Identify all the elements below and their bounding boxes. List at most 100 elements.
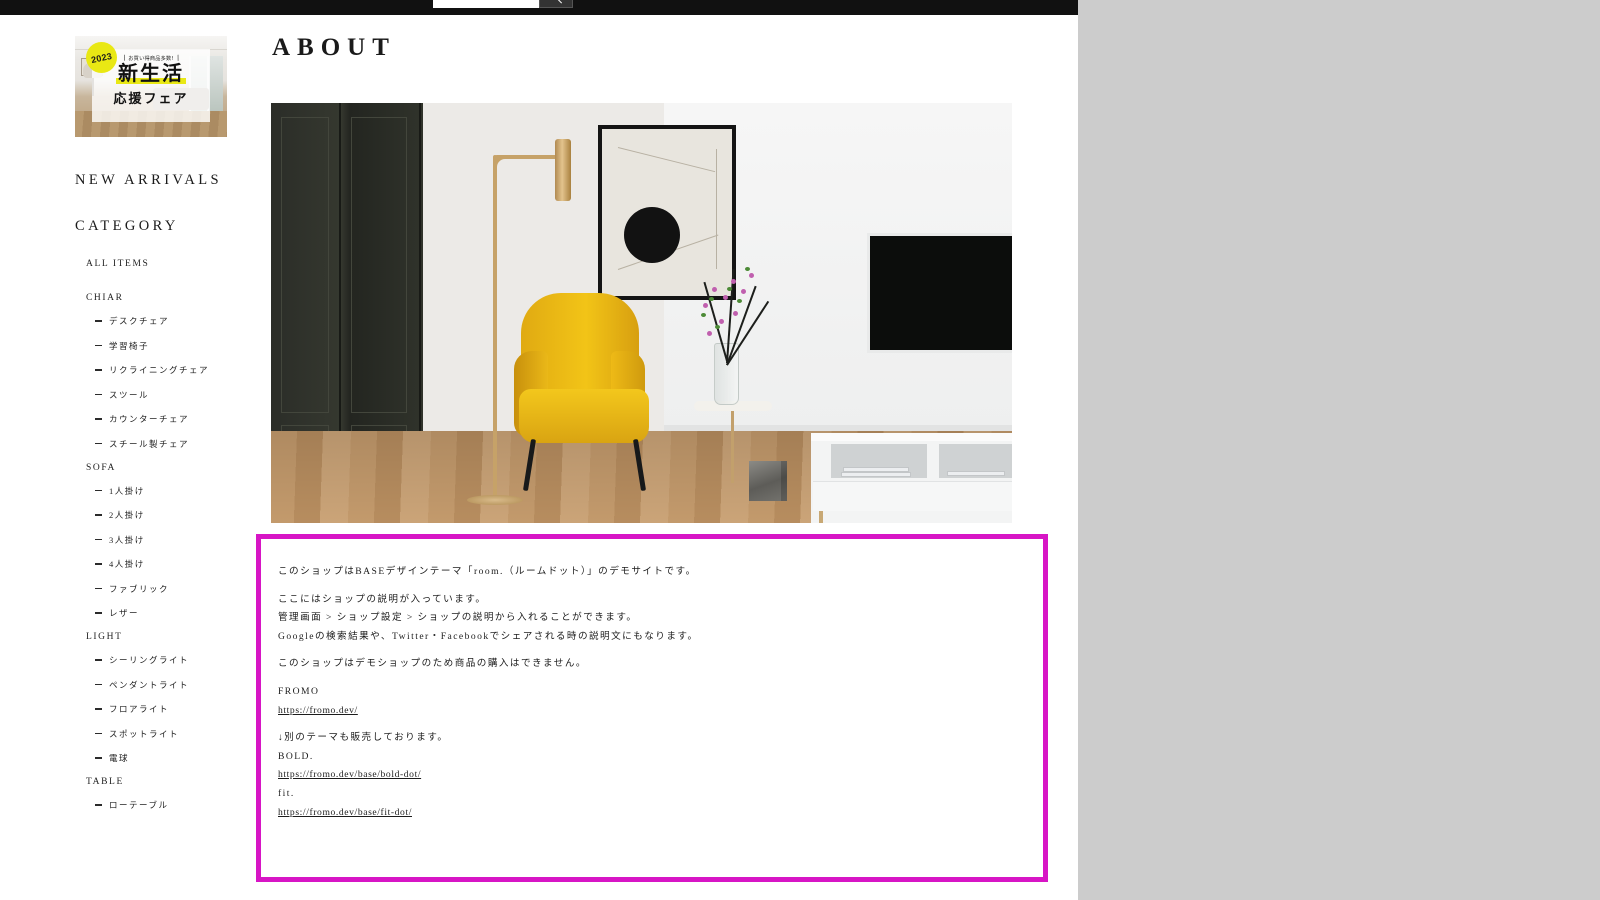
theme2-url-link[interactable]: https://fromo.dev/base/fit-dot/ xyxy=(278,807,412,818)
subcategory-label: 3人掛け xyxy=(109,534,145,545)
subcategory-chair-5[interactable]: スチール製チェア xyxy=(75,438,256,450)
subcategory-label: スツール xyxy=(109,389,150,400)
hero-armchair-seat xyxy=(519,389,649,443)
subcategory-label: リクライニングチェア xyxy=(109,365,210,375)
description-intro: このショップはBASEデザインテーマ「room.（ルームドット）」のデモサイトで… xyxy=(278,566,697,577)
subcategory-sofa-4[interactable]: ファブリック xyxy=(75,583,256,595)
dash-icon xyxy=(95,442,102,445)
main-content: ABOUT このショップはBASEデザインテーマ「room.（ルームドット）」の… xyxy=(256,15,1078,900)
category-sublist-light: シーリングライト ペンダントライト フロアライト スポットライト 電球 xyxy=(75,654,256,764)
dash-icon xyxy=(95,563,102,565)
search-button[interactable] xyxy=(539,0,573,8)
hero-floor-lamp-head xyxy=(555,139,571,201)
category-sublist-chair: デスクチェア 学習椅子 リクライニングチェア スツール カウンターチェア スチー… xyxy=(75,315,256,450)
dash-icon xyxy=(95,418,102,420)
category-title-chair[interactable]: CHIAR xyxy=(75,293,256,303)
subcategory-sofa-1[interactable]: 2人掛け xyxy=(75,509,256,521)
subcategory-sofa-3[interactable]: 4人掛け xyxy=(75,558,256,570)
theme1-name: BOLD. xyxy=(278,750,314,762)
category-group-light: LIGHT シーリングライト ペンダントライト フロアライト スポットライト 電… xyxy=(75,632,256,764)
subcategory-label: フロアライト xyxy=(109,704,170,714)
hero-floor-lamp-base xyxy=(467,495,523,505)
category-title-light[interactable]: LIGHT xyxy=(75,632,256,642)
dash-icon xyxy=(95,587,102,590)
hero-tv xyxy=(867,233,1012,353)
subcategory-light-3[interactable]: スポットライト xyxy=(75,728,256,740)
subcategory-label: 2人掛け xyxy=(109,510,145,520)
dash-icon xyxy=(95,804,102,806)
subcategory-sofa-5[interactable]: レザー xyxy=(75,607,256,619)
category-title-table[interactable]: TABLE xyxy=(75,777,256,787)
subcategory-sofa-2[interactable]: 3人掛け xyxy=(75,534,256,546)
description-brand-block: FROMO https://fromo.dev/ xyxy=(278,687,1043,715)
dash-icon xyxy=(95,369,102,371)
subcategory-label: ローテーブル xyxy=(109,800,169,810)
subcategory-sofa-0[interactable]: 1人掛け xyxy=(75,485,256,497)
subcategory-label: デスクチェア xyxy=(109,316,170,326)
description-p2-line2: 管理画面 > ショップ設定 > ショップの説明から入れることができます。 xyxy=(278,612,638,624)
sidebar-item-new-arrivals[interactable]: NEW ARRIVALS xyxy=(75,172,256,189)
site-header xyxy=(0,0,1078,15)
sidebar: 2023 \ お買い得商品多数! / 新生活 応援フェア NEW ARRIVALS … xyxy=(0,15,256,900)
other-themes-note: ↓別のテーマも販売しております。 xyxy=(278,732,449,744)
shop-description-box: このショップはBASEデザインテーマ「room.（ルームドット）」のデモサイトで… xyxy=(256,534,1048,882)
shop-description-text: このショップはBASEデザインテーマ「room.（ルームドット）」のデモサイトで… xyxy=(261,539,1043,817)
banner-year-text: 2023 xyxy=(90,50,113,65)
dash-icon xyxy=(95,683,102,686)
category-group-chair: CHIAR デスクチェア 学習椅子 リクライニングチェア スツール カウンターチ… xyxy=(75,293,256,450)
dash-icon xyxy=(95,538,102,541)
subcategory-label: 電球 xyxy=(109,753,130,763)
dash-icon xyxy=(95,732,102,735)
header-search xyxy=(433,0,573,8)
description-paragraph-2: ここにはショップの説明が入っています。 管理画面 > ショップ設定 > ショップ… xyxy=(278,594,1043,642)
dash-icon xyxy=(95,708,102,710)
description-other-themes-block: ↓別のテーマも販売しております。 BOLD. https://fromo.dev… xyxy=(278,733,1043,817)
subcategory-label: スポットライト xyxy=(109,728,180,739)
category-title-all-items[interactable]: ALL ITEMS xyxy=(75,259,256,269)
subcategory-label: シーリングライト xyxy=(109,655,190,665)
subcategory-light-4[interactable]: 電球 xyxy=(75,752,256,764)
category-title-sofa[interactable]: SOFA xyxy=(75,463,256,473)
theme2-name: fit. xyxy=(278,787,295,799)
promo-banner[interactable]: 2023 \ お買い得商品多数! / 新生活 応援フェア xyxy=(75,36,227,137)
hero-image xyxy=(271,103,1012,523)
subcategory-chair-3[interactable]: スツール xyxy=(75,389,256,401)
subcategory-light-0[interactable]: シーリングライト xyxy=(75,654,256,666)
category-group-sofa: SOFA 1人掛け 2人掛け 3人掛け 4人掛け ファブリック レザー xyxy=(75,463,256,620)
hero-stone-cube xyxy=(749,461,787,501)
brand-url-link[interactable]: https://fromo.dev/ xyxy=(278,705,358,716)
category-group-table: TABLE ローテーブル xyxy=(75,777,256,811)
banner-title-line2: 応援フェア xyxy=(113,92,189,107)
dash-icon xyxy=(95,489,102,492)
subcategory-label: 1人掛け xyxy=(109,485,145,496)
subcategory-chair-4[interactable]: カウンターチェア xyxy=(75,413,256,425)
subcategory-label: ペンダントライト xyxy=(109,679,190,690)
subcategory-table-0[interactable]: ローテーブル xyxy=(75,799,256,811)
subcategory-light-1[interactable]: ペンダントライト xyxy=(75,679,256,691)
subcategory-chair-1[interactable]: 学習椅子 xyxy=(75,340,256,352)
subcategory-label: ファブリック xyxy=(109,583,170,594)
sidebar-item-category[interactable]: CATEGORY xyxy=(75,218,256,235)
subcategory-label: 4人掛け xyxy=(109,559,145,569)
category-group-all-items: ALL ITEMS xyxy=(75,259,256,269)
subcategory-label: レザー xyxy=(109,608,140,618)
dash-icon xyxy=(95,393,102,396)
subcategory-chair-2[interactable]: リクライニングチェア xyxy=(75,364,256,376)
search-input[interactable] xyxy=(433,0,539,8)
hero-framed-art xyxy=(598,125,736,300)
dash-icon xyxy=(95,514,102,516)
description-paragraph-3: このショップはデモショップのため商品の購入はできません。 xyxy=(278,658,587,670)
site-page: 2023 \ お買い得商品多数! / 新生活 応援フェア NEW ARRIVALS … xyxy=(0,0,1078,900)
dash-icon xyxy=(95,344,102,347)
banner-title-line1: 新生活 xyxy=(116,61,186,85)
hero-floor-lamp-pole xyxy=(493,155,497,503)
dash-icon xyxy=(95,659,102,661)
dash-icon xyxy=(95,320,102,322)
subcategory-label: カウンターチェア xyxy=(109,414,190,424)
theme1-url-link[interactable]: https://fromo.dev/base/bold-dot/ xyxy=(278,769,421,780)
subcategory-light-2[interactable]: フロアライト xyxy=(75,703,256,715)
dash-icon xyxy=(95,757,102,759)
subcategory-chair-0[interactable]: デスクチェア xyxy=(75,315,256,327)
page-body: 2023 \ お買い得商品多数! / 新生活 応援フェア NEW ARRIVALS … xyxy=(0,15,1078,900)
description-p2-line3: Googleの検索結果や、Twitter・Facebookでシェアされる時の説明… xyxy=(278,630,699,642)
